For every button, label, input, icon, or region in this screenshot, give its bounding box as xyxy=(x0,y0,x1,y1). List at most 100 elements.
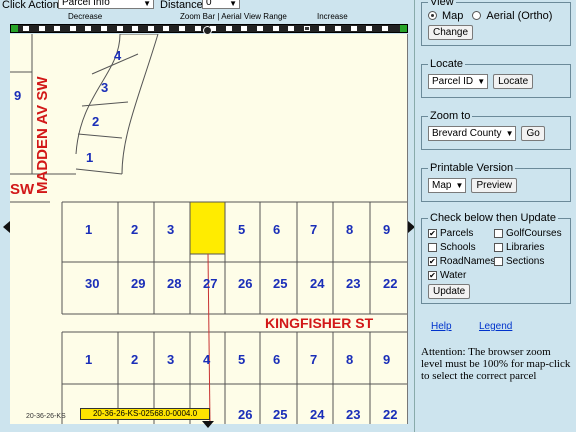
layers-legend: Check below then Update xyxy=(430,212,556,224)
zoom-increase-label: Increase xyxy=(317,12,348,21)
lot-number: 6 xyxy=(273,352,280,367)
layer-label: Sections xyxy=(506,256,545,267)
locate-legend: Locate xyxy=(430,58,464,70)
scale-text: 20-36-26-KS xyxy=(26,413,66,420)
lot-number: 26 xyxy=(238,407,252,422)
click-action-label: Click Action: xyxy=(2,0,62,11)
zoom-step[interactable] xyxy=(288,26,295,31)
lot-number: 9 xyxy=(383,222,390,237)
zoom-step[interactable] xyxy=(350,26,357,31)
printable-group: Printable Version Map ▼ Preview xyxy=(421,162,571,202)
parcel-map[interactable]: MADDEN AV SW SW KINGFISHER ST 4 3 2 1 9 … xyxy=(10,34,408,424)
layer-water[interactable]: ✔ Water xyxy=(428,269,494,282)
lot-number: 4 xyxy=(203,352,211,367)
lot-number: 9 xyxy=(383,352,390,367)
checkbox[interactable] xyxy=(494,243,503,252)
checkbox[interactable]: ✔ xyxy=(428,257,437,266)
zoom-step[interactable] xyxy=(225,26,232,31)
zoom-step[interactable] xyxy=(147,26,154,31)
layer-schools[interactable]: Schools xyxy=(428,241,494,254)
distance-select[interactable]: 0 ▼ xyxy=(202,0,240,9)
zoom-step[interactable] xyxy=(381,26,388,31)
zoom-step[interactable] xyxy=(366,26,373,31)
lot-number: 1 xyxy=(85,352,92,367)
zoom-to-select[interactable]: Brevard County ▼ xyxy=(428,126,517,141)
zoom-step[interactable] xyxy=(85,26,92,31)
layer-sections[interactable]: Sections xyxy=(494,255,564,268)
locate-type-select[interactable]: Parcel ID ▼ xyxy=(428,74,489,89)
lot-number: 24 xyxy=(310,276,325,291)
layer-label: Libraries xyxy=(506,242,545,253)
help-link[interactable]: Help xyxy=(431,321,452,332)
parcel-id-badge: 20-36-26-KS-02568.0-0004.0 xyxy=(80,408,210,420)
map-canvas[interactable]: MADDEN AV SW SW KINGFISHER ST 4 3 2 1 9 … xyxy=(10,34,408,424)
zoom-step[interactable] xyxy=(194,26,201,31)
zoom-decrease-label: Decrease xyxy=(68,12,103,21)
layer-parcels[interactable]: ✔ Parcels xyxy=(428,227,494,240)
zoom-step[interactable] xyxy=(163,26,170,31)
lot-number: 5 xyxy=(238,222,245,237)
lot-number: 2 xyxy=(131,222,138,237)
printable-value: Map xyxy=(432,180,452,191)
zoom-center-label: Zoom Bar | Aerial View Range xyxy=(180,12,287,21)
lot-number: 22 xyxy=(383,276,397,291)
printable-select[interactable]: Map ▼ xyxy=(428,178,467,193)
locate-button[interactable]: Locate xyxy=(493,74,534,89)
zoom-step[interactable] xyxy=(69,26,76,31)
zoom-step[interactable] xyxy=(257,26,263,31)
lot-number: 3 xyxy=(101,80,108,95)
legend-link[interactable]: Legend xyxy=(479,321,512,332)
lot-number: 2 xyxy=(131,352,138,367)
change-view-button[interactable]: Change xyxy=(428,25,474,40)
layer-libraries[interactable]: Libraries xyxy=(494,241,564,254)
radio-map-label: Map xyxy=(442,9,464,22)
zoom-to-value: Brevard County xyxy=(432,128,502,139)
layer-label: Parcels xyxy=(440,228,474,239)
zoom-step[interactable] xyxy=(272,26,279,31)
checkbox[interactable]: ✔ xyxy=(428,271,437,280)
pan-south-icon[interactable] xyxy=(202,421,214,428)
distance-label: Distance xyxy=(160,0,203,11)
lot-number: 7 xyxy=(310,352,317,367)
click-action-select[interactable]: Parcel Info ▼ xyxy=(58,0,154,9)
lot-number: 29 xyxy=(131,276,145,291)
lot-number: 23 xyxy=(346,407,360,422)
zoom-step[interactable] xyxy=(303,26,310,31)
checkbox[interactable]: ✔ xyxy=(428,229,437,238)
go-button[interactable]: Go xyxy=(521,126,545,141)
zoom-step[interactable] xyxy=(132,26,139,31)
zoom-step[interactable] xyxy=(335,26,341,31)
layer-roadnames[interactable]: ✔ RoadNames xyxy=(428,255,496,268)
zoom-step[interactable] xyxy=(101,26,107,31)
update-button[interactable]: Update xyxy=(428,284,471,299)
zoom-step[interactable] xyxy=(38,26,45,31)
checkbox[interactable] xyxy=(428,243,437,252)
checkbox[interactable] xyxy=(494,229,503,238)
layer-label: Schools xyxy=(440,242,476,253)
zoom-out-end[interactable] xyxy=(11,25,18,32)
lot-number: 25 xyxy=(273,276,287,291)
zoombar-labels: Decrease Zoom Bar | Aerial View Range In… xyxy=(10,13,410,23)
zoom-step[interactable] xyxy=(241,26,248,31)
layer-label: RoadNames xyxy=(439,256,496,267)
zoom-to-group: Zoom to Brevard County ▼ Go xyxy=(421,110,571,150)
layer-checklist: ✔ Parcels GolfCourses Schools Libraries ✔ Road… xyxy=(428,227,564,282)
zoom-step[interactable] xyxy=(54,26,61,31)
pan-west-icon[interactable] xyxy=(3,221,10,233)
zoom-step[interactable] xyxy=(179,26,185,31)
zoom-in-end[interactable] xyxy=(400,25,407,32)
zoom-step[interactable] xyxy=(23,26,29,31)
preview-button[interactable]: Preview xyxy=(471,178,518,193)
lot-number: 23 xyxy=(346,276,360,291)
locate-group: Locate Parcel ID ▼ Locate xyxy=(421,58,571,98)
zoom-step[interactable] xyxy=(319,26,326,31)
zoom-step[interactable] xyxy=(116,26,123,31)
radio-map[interactable] xyxy=(428,11,437,20)
radio-aerial[interactable] xyxy=(472,11,482,20)
lot-number: 3 xyxy=(167,222,174,237)
zoom-attention-note: Attention: The browser zoom level must b… xyxy=(421,346,571,382)
lot-number: 6 xyxy=(273,222,280,237)
layer-golfcourses[interactable]: GolfCourses xyxy=(494,227,564,240)
checkbox[interactable] xyxy=(494,257,503,266)
selected-parcel-highlight[interactable] xyxy=(189,201,226,255)
